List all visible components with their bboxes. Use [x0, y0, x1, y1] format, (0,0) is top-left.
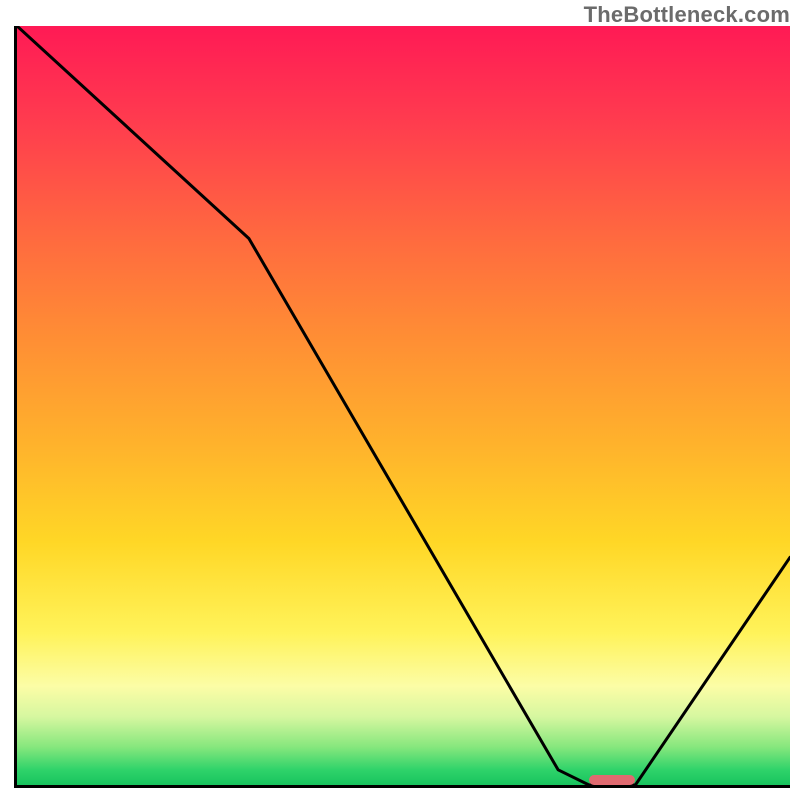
bottleneck-curve-path [17, 26, 790, 785]
curve-svg [17, 26, 790, 785]
plot-area [14, 26, 790, 788]
optimal-marker [589, 775, 635, 785]
bottleneck-chart: TheBottleneck.com [0, 0, 800, 800]
attribution-label: TheBottleneck.com [584, 2, 790, 28]
